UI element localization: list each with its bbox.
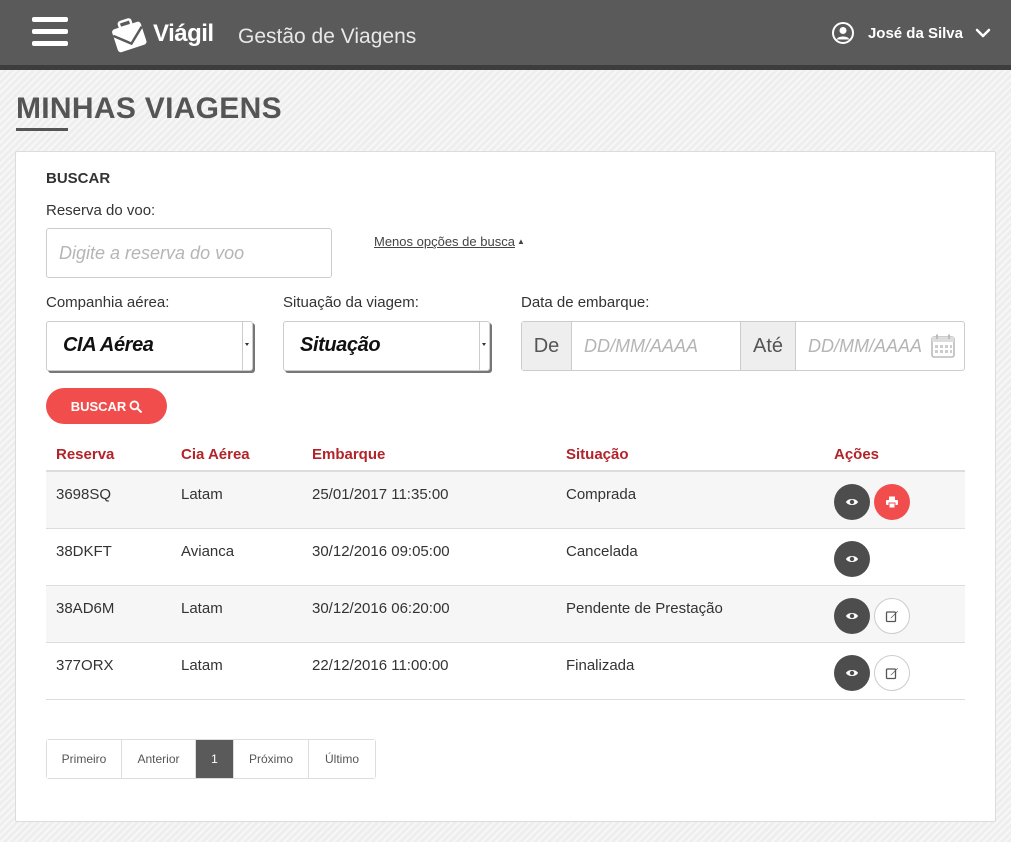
date-label: Data de embarque: bbox=[521, 294, 650, 311]
airline-select[interactable]: CIA Aérea bbox=[46, 321, 253, 371]
page-last[interactable]: Último bbox=[309, 740, 375, 778]
date-range-group: De Até bbox=[521, 321, 965, 371]
cell-cia: Latam bbox=[181, 486, 223, 503]
cell-embarque: 22/12/2016 11:00:00 bbox=[312, 657, 449, 674]
app-title: Gestão de Viagens bbox=[238, 25, 417, 48]
search-icon bbox=[129, 400, 143, 413]
search-card: BUSCAR Reserva do voo: Menos opções de b… bbox=[15, 151, 996, 822]
cell-embarque: 25/01/2017 11:35:00 bbox=[312, 486, 449, 503]
eye-icon bbox=[846, 556, 858, 562]
row-actions bbox=[834, 541, 874, 577]
date-from-addon: De bbox=[522, 322, 572, 370]
table-row: 38AD6M Latam 30/12/2016 06:20:00 Pendent… bbox=[46, 586, 965, 643]
cell-reserva: 377ORX bbox=[56, 657, 114, 674]
print-icon bbox=[886, 496, 898, 509]
table-row: 38DKFT Avianca 30/12/2016 09:05:00 Cance… bbox=[46, 529, 965, 586]
eye-icon bbox=[846, 499, 858, 505]
cell-reserva: 38AD6M bbox=[56, 600, 115, 617]
cell-situacao: Finalizada bbox=[566, 657, 635, 674]
trips-table: Reserva Cia Aérea Embarque Situação Açõe… bbox=[46, 439, 965, 700]
user-icon bbox=[831, 22, 854, 44]
pagination: Primeiro Anterior 1 Próximo Último bbox=[46, 739, 376, 779]
caret-up-icon: ▲ bbox=[516, 237, 525, 246]
reservation-input[interactable] bbox=[46, 228, 332, 278]
view-button[interactable] bbox=[834, 484, 870, 520]
title-underline bbox=[16, 128, 68, 131]
select-arrow-icon bbox=[242, 322, 250, 370]
airline-select-value: CIA Aérea bbox=[63, 334, 154, 356]
suitcase-icon bbox=[112, 18, 147, 53]
table-row: 377ORX Latam 22/12/2016 11:00:00 Finaliz… bbox=[46, 643, 965, 700]
eye-icon bbox=[846, 670, 858, 676]
reservation-label: Reserva do voo: bbox=[46, 202, 156, 219]
status-select-value: Situação bbox=[300, 334, 381, 356]
top-navbar: Viágil Gestão de Viagens José da Silva bbox=[0, 0, 1011, 70]
menu-icon[interactable] bbox=[32, 17, 68, 47]
cell-situacao: Pendente de Prestação bbox=[566, 600, 723, 617]
view-button[interactable] bbox=[834, 541, 870, 577]
cell-embarque: 30/12/2016 06:20:00 bbox=[312, 600, 450, 617]
column-header-cia: Cia Aérea bbox=[181, 446, 250, 463]
cell-reserva: 3698SQ bbox=[56, 486, 112, 503]
cell-cia: Latam bbox=[181, 657, 223, 674]
edit-button[interactable] bbox=[874, 598, 910, 634]
less-options-link[interactable]: Menos opções de busca ▲ bbox=[374, 234, 525, 249]
status-label: Situação da viagem: bbox=[283, 294, 419, 311]
edit-icon bbox=[885, 668, 898, 680]
cell-cia: Latam bbox=[181, 600, 223, 617]
user-menu[interactable]: José da Silva bbox=[831, 22, 991, 44]
select-arrow-icon bbox=[479, 322, 487, 370]
column-header-reserva: Reserva bbox=[56, 446, 115, 463]
edit-button[interactable] bbox=[874, 655, 910, 691]
page-title: MINHAS VIAGENS bbox=[16, 92, 282, 125]
page-current[interactable]: 1 bbox=[196, 740, 234, 778]
search-button[interactable]: BUSCAR bbox=[46, 388, 167, 424]
airline-label: Companhia aérea: bbox=[46, 294, 170, 311]
print-button[interactable] bbox=[874, 484, 910, 520]
edit-icon bbox=[885, 611, 898, 623]
cell-reserva: 38DKFT bbox=[56, 543, 112, 560]
less-options-label: Menos opções de busca bbox=[374, 234, 515, 249]
cell-situacao: Comprada bbox=[566, 486, 637, 503]
table-header: Reserva Cia Aérea Embarque Situação Açõe… bbox=[46, 439, 965, 472]
page-next[interactable]: Próximo bbox=[234, 740, 309, 778]
row-actions bbox=[834, 655, 914, 691]
row-actions bbox=[834, 598, 914, 634]
row-actions bbox=[834, 484, 914, 520]
column-header-acoes: Ações bbox=[834, 446, 880, 463]
date-from-input[interactable] bbox=[572, 322, 740, 370]
page-prev[interactable]: Anterior bbox=[122, 740, 196, 778]
brand-name: Viágil bbox=[153, 20, 214, 47]
eye-icon bbox=[846, 613, 858, 619]
column-header-situacao: Situação bbox=[566, 446, 629, 463]
table-row: 3698SQ Latam 25/01/2017 11:35:00 Comprad… bbox=[46, 472, 965, 529]
date-to-addon: Até bbox=[740, 322, 796, 370]
cell-embarque: 30/12/2016 09:05:00 bbox=[312, 543, 450, 560]
status-select[interactable]: Situação bbox=[283, 321, 490, 371]
cell-cia: Avianca bbox=[181, 543, 235, 560]
user-name: José da Silva bbox=[867, 24, 963, 42]
cell-situacao: Cancelada bbox=[566, 543, 638, 560]
search-section-title: BUSCAR bbox=[46, 170, 111, 187]
column-header-embarque: Embarque bbox=[312, 446, 386, 463]
search-button-label: BUSCAR bbox=[70, 398, 127, 414]
view-button[interactable] bbox=[834, 598, 870, 634]
brand-logo[interactable]: Viágil bbox=[107, 14, 214, 54]
page-first[interactable]: Primeiro bbox=[47, 740, 122, 778]
calendar-icon[interactable] bbox=[930, 333, 956, 359]
chevron-down-icon bbox=[975, 28, 991, 38]
date-to-input[interactable] bbox=[796, 322, 936, 370]
view-button[interactable] bbox=[834, 655, 870, 691]
